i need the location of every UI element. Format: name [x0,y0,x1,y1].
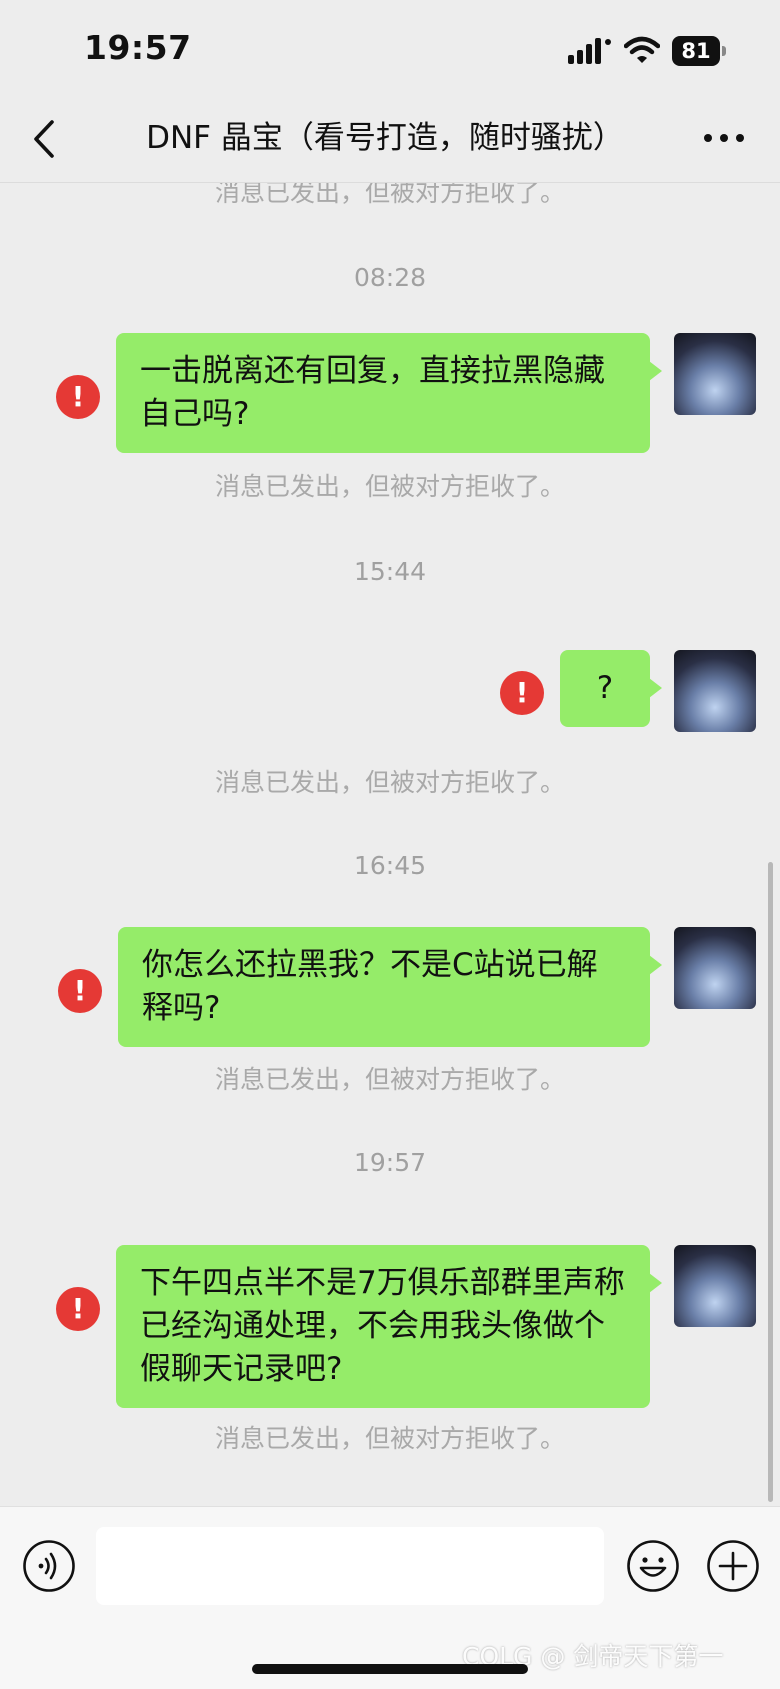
message-input[interactable] [96,1527,604,1605]
rejected-notice: 消息已发出，但被对方拒收了。 [214,1424,565,1453]
input-bar: COLG @ 剑帝天下第一 [0,1506,780,1689]
chat-header: DNF 晶宝（看号打造，随时骚扰） [0,100,780,183]
message-list[interactable]: 消息已发出，但被对方拒收了。 08:28 ! 一击脱离还有回复，直接拉黑隐藏自己… [0,183,780,1505]
avatar[interactable] [674,650,756,732]
voice-icon[interactable] [22,1539,76,1593]
timestamp: 08:28 [353,263,427,292]
avatar[interactable] [674,927,756,1009]
avatar[interactable] [674,1245,756,1327]
emoji-icon[interactable] [626,1539,680,1593]
error-icon[interactable]: ! [56,375,100,419]
avatar[interactable] [674,333,756,415]
chat-title: DNF 晶宝（看号打造，随时骚扰） [146,120,624,156]
cellular-signal-icon [568,38,611,64]
battery-indicator: 81 [672,36,728,66]
rejected-notice: 消息已发出，但被对方拒收了。 [214,183,565,207]
message-bubble[interactable]: 一击脱离还有回复，直接拉黑隐藏自己吗? [116,333,662,453]
timestamp: 19:57 [353,1148,427,1177]
message-bubble[interactable]: 你怎么还拉黑我？不是C站说已解释吗? [118,927,662,1047]
plus-icon[interactable] [706,1539,760,1593]
error-icon[interactable]: ! [56,1287,100,1331]
status-bar: 19:57 81 [0,0,780,100]
error-icon[interactable]: ! [500,671,544,715]
rejected-notice: 消息已发出，但被对方拒收了。 [214,1065,565,1094]
chevron-left-icon[interactable] [28,116,62,162]
status-time: 19:57 [84,28,192,67]
wifi-icon [624,36,660,63]
battery-level: 81 [681,39,711,63]
scrollbar[interactable] [768,862,773,1502]
rejected-notice: 消息已发出，但被对方拒收了。 [214,472,565,501]
rejected-notice: 消息已发出，但被对方拒收了。 [214,768,565,797]
message-bubble[interactable]: ? [560,650,662,727]
message-bubble[interactable]: 下午四点半不是7万俱乐部群里声称已经沟通处理，不会用我头像做个假聊天记录吧? [116,1245,662,1408]
more-dots-icon[interactable] [700,118,748,158]
timestamp: 15:44 [353,557,427,586]
home-indicator [252,1664,528,1674]
timestamp: 16:45 [353,851,427,880]
error-icon[interactable]: ! [58,969,102,1013]
